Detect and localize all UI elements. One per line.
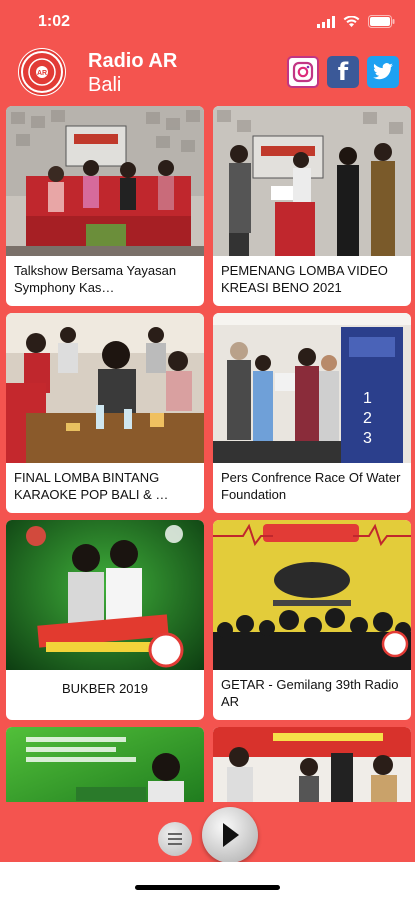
menu-icon	[168, 833, 182, 835]
svg-text:1: 1	[363, 390, 372, 407]
card-image	[213, 520, 411, 670]
home-indicator[interactable]	[135, 885, 280, 890]
play-icon	[223, 823, 239, 847]
card-caption: GETAR - Gemilang 39th Radio AR	[221, 677, 399, 709]
app-subtitle: Bali	[88, 74, 122, 96]
twitter-icon[interactable]	[367, 56, 399, 88]
status-bar: 1:02	[0, 0, 415, 44]
facebook-icon[interactable]: f	[327, 56, 359, 88]
signal-icon	[317, 15, 335, 33]
card-caption: FINAL LOMBA BINTANG KARAOKE POP BALI & …	[14, 470, 169, 502]
news-card[interactable]	[213, 727, 411, 802]
svg-text:AR: AR	[37, 70, 47, 77]
card-caption: BUKBER 2019	[62, 681, 148, 696]
card-caption: Talkshow Bersama Yayasan Symphony Kas…	[14, 263, 177, 295]
card-image	[6, 727, 204, 802]
news-card[interactable]: 1 2 3 Pers Confrence Race Of Water Found…	[213, 313, 411, 513]
card-image	[6, 520, 204, 670]
card-image	[6, 106, 204, 256]
wifi-icon	[343, 15, 360, 33]
news-card[interactable]: PEMENANG LOMBA VIDEO KREASI BENO 2021	[213, 106, 411, 306]
status-time: 1:02	[38, 13, 71, 30]
menu-icon	[168, 838, 182, 840]
radio-logo: AR	[18, 48, 66, 96]
news-card[interactable]: FINAL LOMBA BINTANG KARAOKE POP BALI & …	[6, 313, 204, 513]
menu-icon	[168, 843, 182, 845]
news-card[interactable]: BUKBER 2019	[6, 520, 204, 720]
news-grid: Talkshow Bersama Yayasan Symphony Kas… P…	[0, 102, 415, 802]
card-caption: Pers Confrence Race Of Water Foundation	[221, 470, 401, 502]
battery-icon	[368, 15, 395, 33]
player-bar	[0, 802, 415, 863]
news-card[interactable]: Talkshow Bersama Yayasan Symphony Kas…	[6, 106, 204, 306]
play-button[interactable]	[202, 807, 258, 863]
card-image	[213, 727, 411, 802]
app-title: Radio AR	[88, 50, 178, 72]
news-card[interactable]	[6, 727, 204, 802]
svg-text:3: 3	[363, 430, 372, 447]
news-card[interactable]: GETAR - Gemilang 39th Radio AR	[213, 520, 411, 720]
card-caption: PEMENANG LOMBA VIDEO KREASI BENO 2021	[221, 263, 388, 295]
app-header: AR Radio AR Bali f	[0, 44, 415, 102]
logo-mark: AR	[21, 51, 63, 93]
bottom-safe-area	[0, 862, 415, 900]
card-image: 1 2 3	[213, 313, 411, 463]
svg-text:2: 2	[363, 410, 372, 427]
instagram-icon[interactable]	[287, 56, 319, 88]
card-image	[213, 106, 411, 256]
menu-button[interactable]	[158, 822, 192, 856]
social-links: f	[287, 56, 399, 88]
card-image	[6, 313, 204, 463]
status-icons	[317, 15, 395, 33]
